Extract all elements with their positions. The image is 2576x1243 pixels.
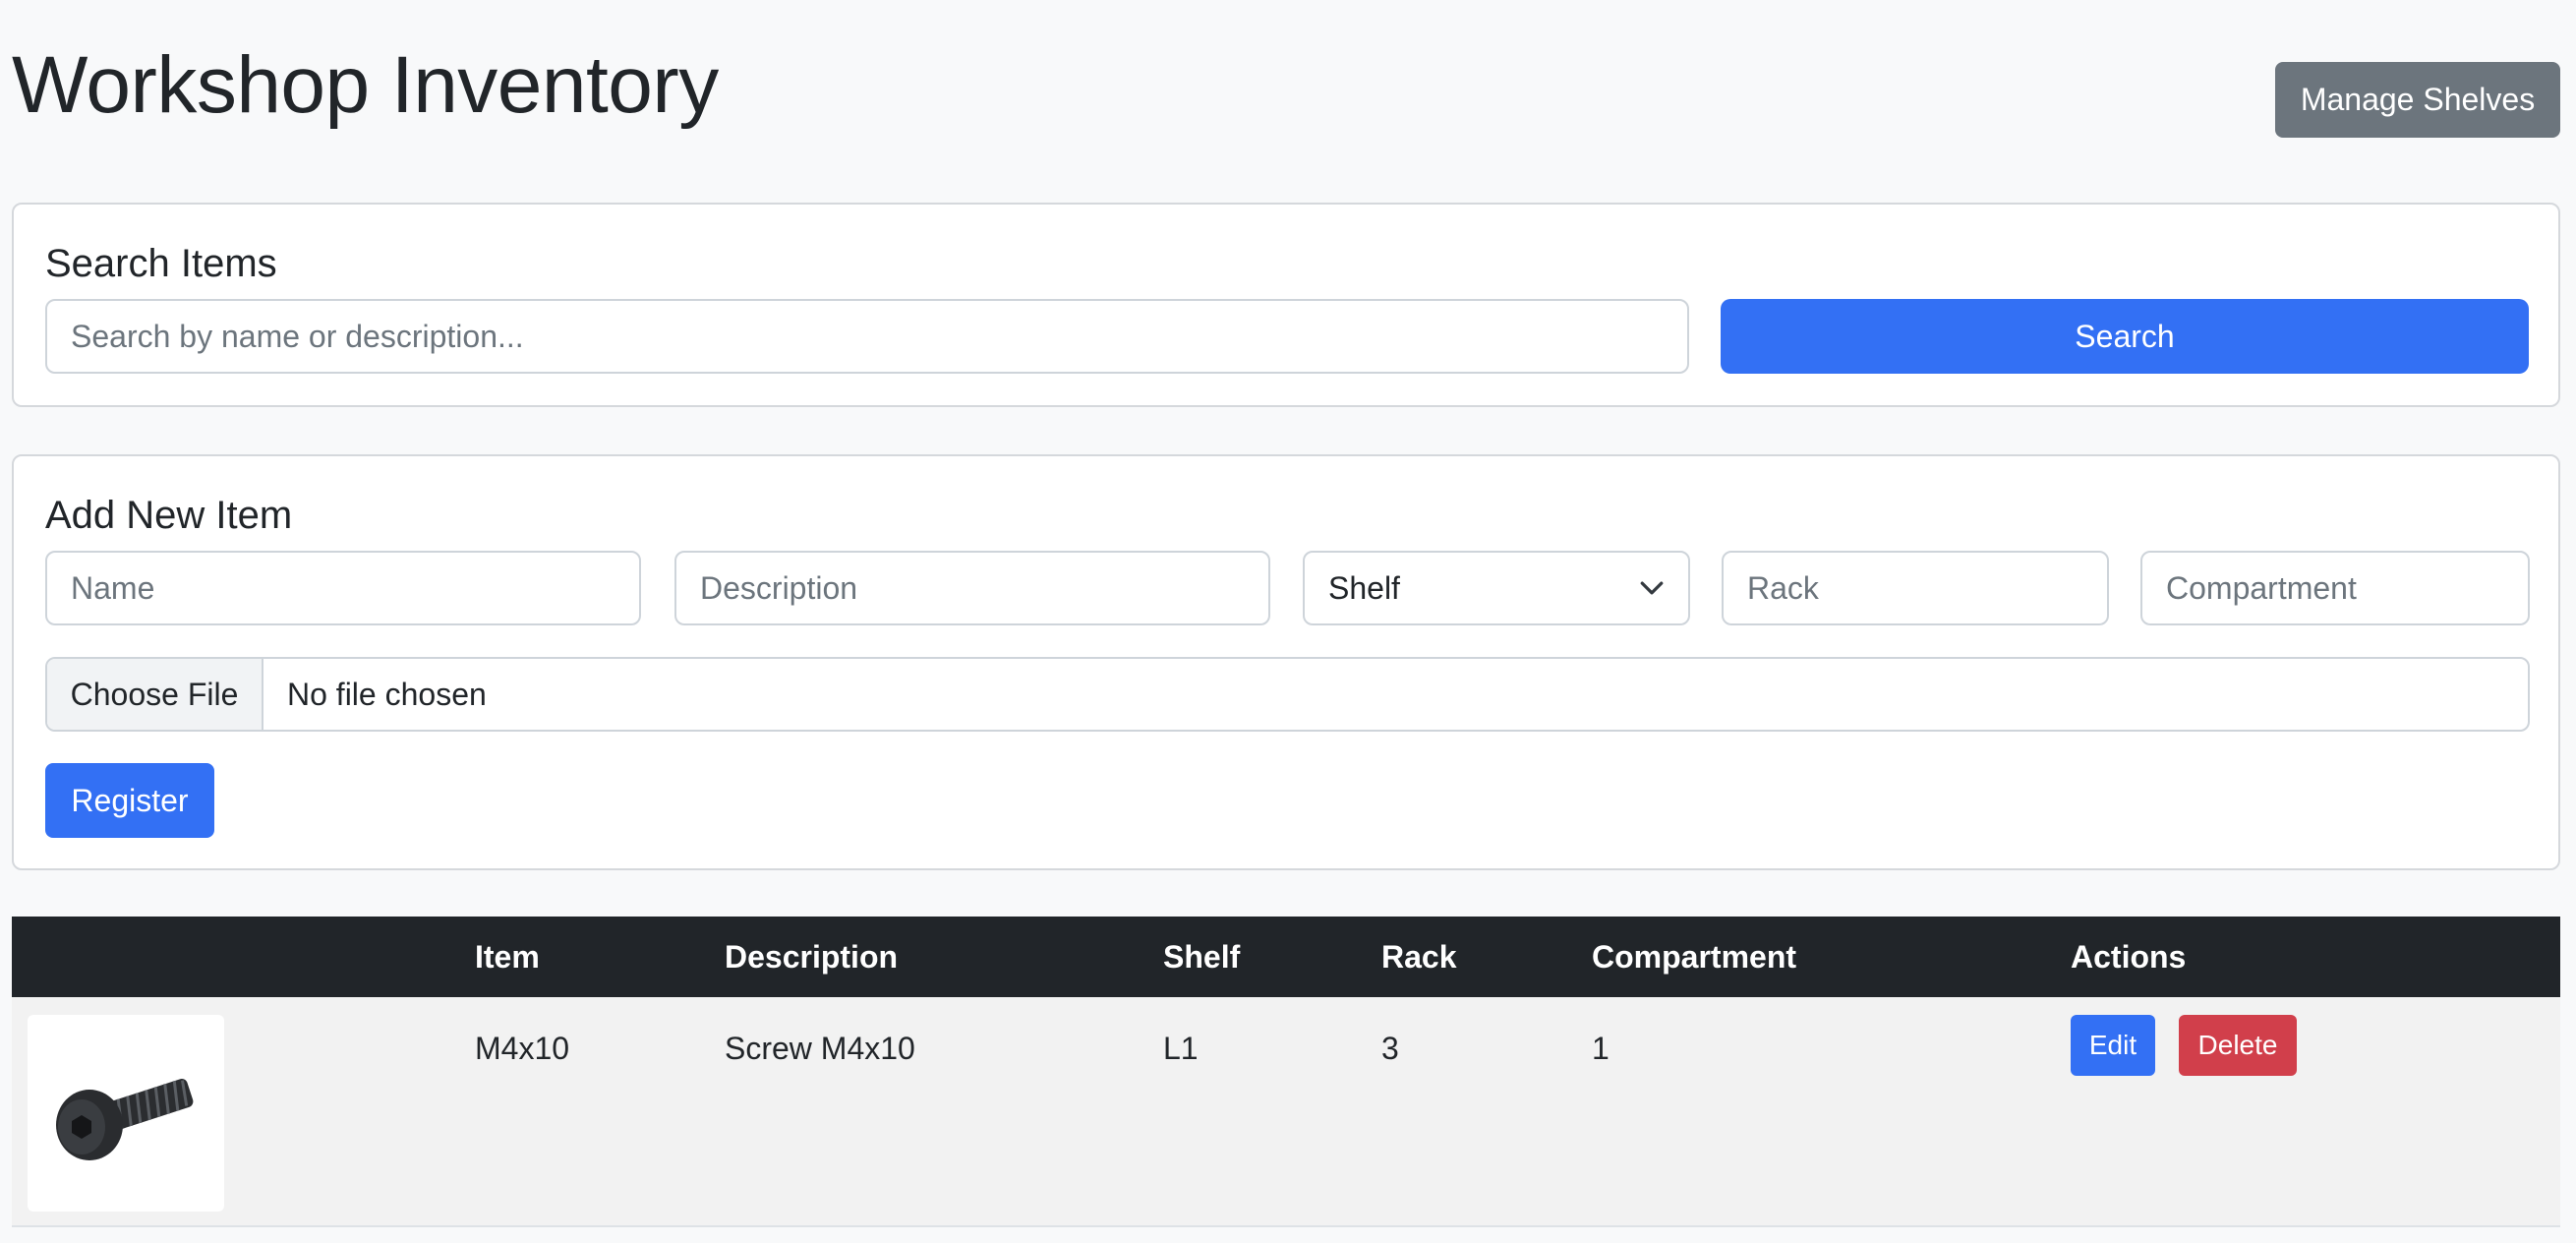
description-field[interactable]	[674, 551, 1270, 625]
choose-file-button[interactable]: Choose File	[47, 659, 263, 730]
table-row: M4x10 Screw M4x10 L1 3 1 Edit Delete	[12, 997, 2560, 1227]
chevron-down-icon	[1640, 581, 1664, 595]
column-header-description: Description	[725, 938, 899, 975]
column-header-compartment: Compartment	[1592, 938, 1797, 975]
cell-item: M4x10	[475, 1031, 570, 1066]
register-button[interactable]: Register	[45, 763, 214, 838]
column-header-actions: Actions	[2071, 938, 2187, 975]
column-header-item: Item	[475, 938, 540, 975]
add-item-card-title: Add New Item	[45, 494, 293, 537]
edit-button[interactable]: Edit	[2071, 1015, 2155, 1076]
search-button[interactable]: Search	[1721, 299, 2529, 374]
delete-button[interactable]: Delete	[2179, 1015, 2297, 1076]
search-input[interactable]	[45, 299, 1689, 374]
shelf-select-value: Shelf	[1328, 569, 1400, 606]
file-status: No file chosen	[287, 676, 487, 712]
page: Workshop Inventory Manage Shelves Search…	[0, 0, 2576, 1243]
rack-field[interactable]	[1722, 551, 2109, 625]
compartment-field[interactable]	[2140, 551, 2530, 625]
cell-shelf: L1	[1163, 1031, 1199, 1066]
search-card-title: Search Items	[45, 242, 277, 285]
item-thumbnail[interactable]	[28, 1015, 224, 1212]
shelf-select[interactable]: Shelf	[1303, 551, 1690, 625]
file-input[interactable]: Choose File No file chosen	[45, 657, 2530, 732]
column-header-shelf: Shelf	[1163, 938, 1241, 975]
cell-compartment: 1	[1592, 1031, 1610, 1066]
cell-rack: 3	[1381, 1031, 1399, 1066]
name-field[interactable]	[45, 551, 641, 625]
search-card: Search Items Search	[12, 203, 2560, 407]
table-header: Item Description Shelf Rack Compartment …	[12, 917, 2560, 997]
page-title: Workshop Inventory	[12, 40, 719, 130]
manage-shelves-button[interactable]: Manage Shelves	[2275, 62, 2560, 138]
cell-description: Screw M4x10	[725, 1031, 915, 1066]
inventory-table: Item Description Shelf Rack Compartment …	[12, 917, 2560, 1227]
column-header-rack: Rack	[1381, 938, 1457, 975]
add-item-card: Add New Item Shelf Choose File No file c…	[12, 454, 2560, 870]
screw-image	[56, 1079, 194, 1160]
